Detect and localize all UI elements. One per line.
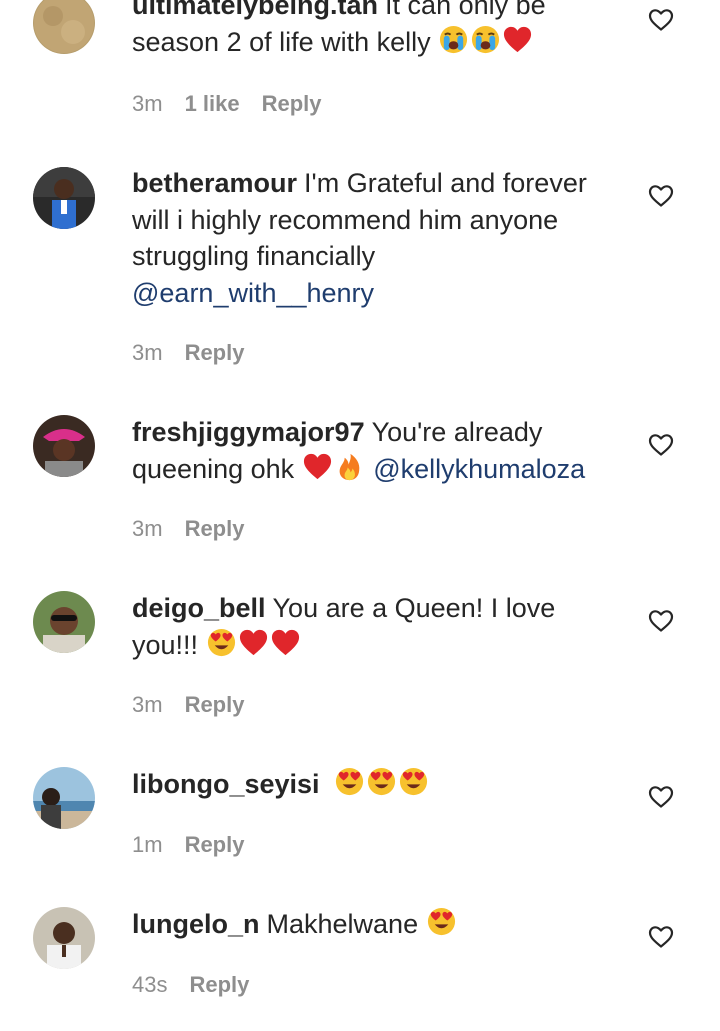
avatar[interactable] <box>33 0 95 54</box>
comment-meta: 3m Reply <box>132 515 244 543</box>
like-heart-icon[interactable] <box>648 785 674 809</box>
comment-body: libongo_seyisi <box>132 766 602 803</box>
reply-button[interactable]: Reply <box>185 516 245 541</box>
fire-icon <box>334 451 365 482</box>
like-count[interactable]: 1 like <box>185 91 240 116</box>
username[interactable]: betheramour <box>132 168 297 198</box>
username[interactable]: deigo_bell <box>132 593 266 623</box>
reply-button[interactable]: Reply <box>185 832 245 857</box>
red-heart-icon <box>502 24 533 55</box>
comment-body: freshjiggymajor97 You're already queening… <box>132 414 602 487</box>
like-heart-icon[interactable] <box>648 8 674 32</box>
reply-button[interactable]: Reply <box>189 972 249 997</box>
red-heart-icon <box>238 627 269 658</box>
avatar-image <box>33 767 95 829</box>
comment-meta: 1m Reply <box>132 831 244 859</box>
reply-button[interactable]: Reply <box>185 692 245 717</box>
avatar[interactable] <box>33 415 95 477</box>
heart-eyes-face-icon <box>366 766 397 797</box>
comment-body: lungelo_n Makhelwane <box>132 906 602 943</box>
reply-button[interactable]: Reply <box>185 340 245 365</box>
heart-eyes-face-icon <box>398 766 429 797</box>
username[interactable]: ultimatelybeing.tan <box>132 0 378 20</box>
username[interactable]: freshjiggymajor97 <box>132 417 365 447</box>
timestamp: 3m <box>132 340 163 365</box>
red-heart-icon <box>302 451 333 482</box>
timestamp: 3m <box>132 692 163 717</box>
like-heart-icon[interactable] <box>648 184 674 208</box>
comment-body: ultimatelybeing.tan It can only be season… <box>132 0 602 60</box>
avatar[interactable] <box>33 767 95 829</box>
timestamp: 1m <box>132 832 163 857</box>
comment-meta: 3m 1 like Reply <box>132 90 322 118</box>
avatar[interactable] <box>33 591 95 653</box>
username[interactable]: lungelo_n <box>132 909 260 939</box>
avatar-image <box>33 907 95 969</box>
mention-link[interactable]: @kellykhumaloza <box>373 454 585 484</box>
avatar[interactable] <box>33 907 95 969</box>
avatar-image <box>33 167 95 229</box>
like-heart-icon[interactable] <box>648 433 674 457</box>
heart-eyes-face-icon <box>334 766 365 797</box>
username[interactable]: libongo_seyisi <box>132 769 320 799</box>
avatar[interactable] <box>33 167 95 229</box>
crying-face-icon <box>438 24 469 55</box>
like-heart-icon[interactable] <box>648 609 674 633</box>
red-heart-icon <box>270 627 301 658</box>
heart-eyes-face-icon <box>206 627 237 658</box>
avatar-image <box>33 0 95 54</box>
timestamp: 3m <box>132 91 163 116</box>
comment-meta: 3m Reply <box>132 339 244 367</box>
timestamp: 43s <box>132 972 168 997</box>
timestamp: 3m <box>132 516 163 541</box>
heart-eyes-face-icon <box>426 906 457 937</box>
comment-meta: 43s Reply <box>132 971 249 999</box>
comment-text: Makhelwane <box>266 909 419 939</box>
crying-face-icon <box>470 24 501 55</box>
comment-meta: 3m Reply <box>132 691 244 719</box>
avatar-image <box>33 591 95 653</box>
comment-body: betheramour I'm Grateful and forever will… <box>132 165 602 311</box>
reply-button[interactable]: Reply <box>262 91 322 116</box>
avatar-image <box>33 415 95 477</box>
mention-link[interactable]: @earn_with__henry <box>132 278 374 308</box>
like-heart-icon[interactable] <box>648 925 674 949</box>
comment-body: deigo_bell You are a Queen! I love you!!! <box>132 590 602 663</box>
